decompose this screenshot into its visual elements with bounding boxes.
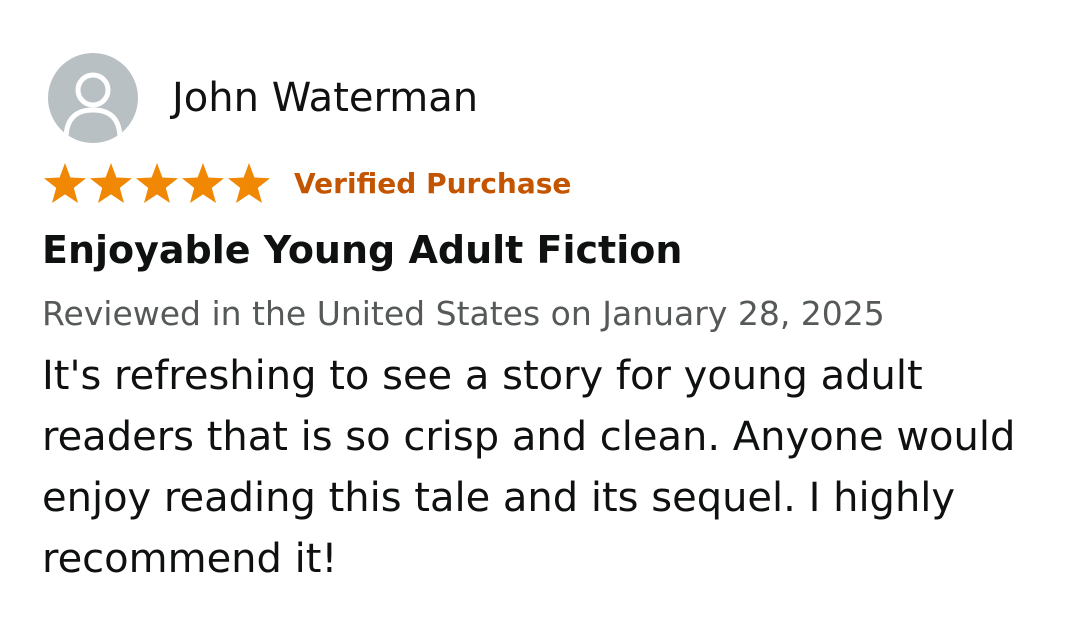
reviewer-name[interactable]: John Waterman [172, 75, 478, 121]
star-icon [228, 163, 270, 203]
reviewer-profile[interactable]: John Waterman [48, 52, 478, 144]
review-body: It's refreshing to see a story for young… [42, 353, 1016, 582]
star-icon [182, 163, 224, 203]
avatar[interactable] [48, 53, 138, 143]
star-rating[interactable] [42, 161, 272, 205]
star-icon [44, 163, 86, 203]
review-card: John Waterman Verified Purchase Enjoyabl… [0, 0, 1080, 624]
star-icon [136, 163, 178, 203]
review-title[interactable]: Enjoyable Young Adult Fiction [42, 228, 682, 272]
default-user-avatar-icon [63, 72, 123, 142]
verified-purchase-badge: Verified Purchase [294, 166, 572, 200]
rating-row: Verified Purchase [42, 160, 571, 206]
review-date: Reviewed in the United States on January… [42, 294, 885, 333]
star-icon [90, 163, 132, 203]
